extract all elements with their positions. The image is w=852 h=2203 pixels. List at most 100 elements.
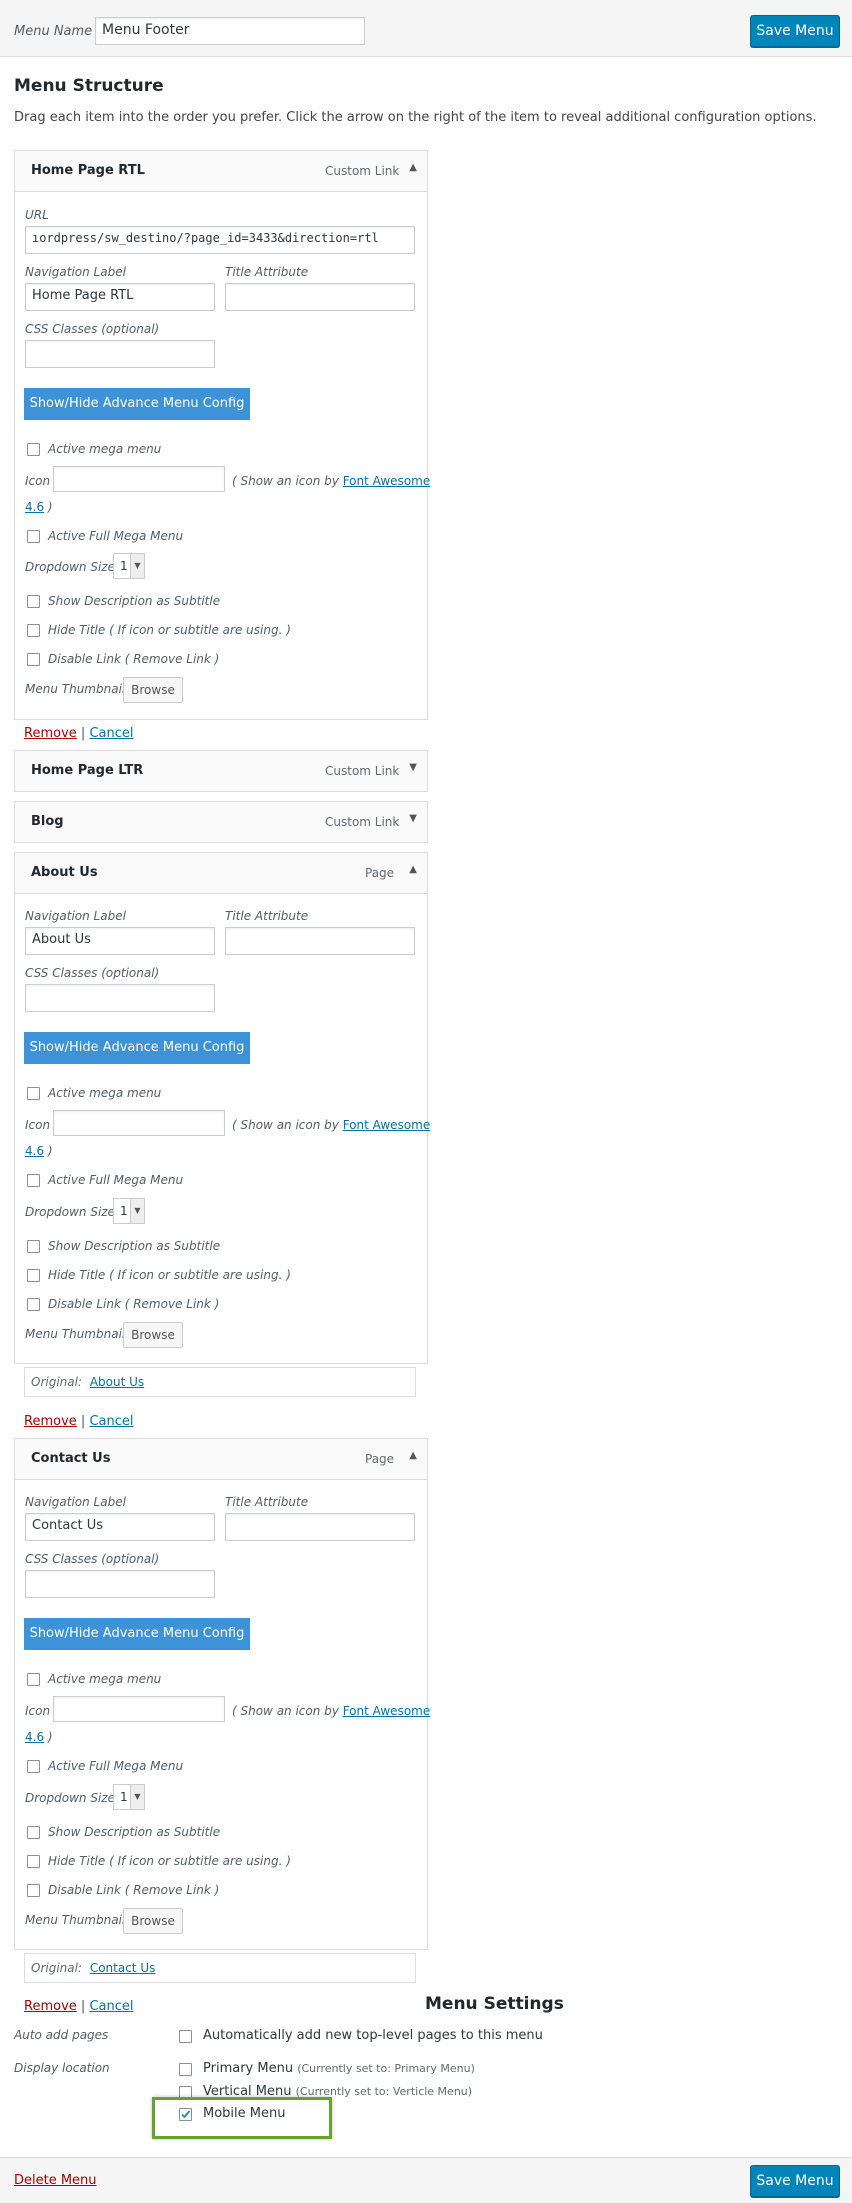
active-full-mega-checkbox[interactable] [27, 1760, 40, 1773]
active-mega-checkbox[interactable] [27, 443, 40, 456]
menu-item-blog[interactable]: Blog Custom Link ▼ [14, 801, 428, 843]
nav-label-input[interactable]: Home Page RTL [25, 283, 215, 311]
advance-config-button[interactable]: Show/Hide Advance Menu Config [24, 1618, 250, 1650]
menu-item-title: Contact Us [31, 1451, 111, 1466]
save-menu-button-bottom[interactable]: Save Menu [750, 2165, 840, 2197]
collapse-arrow-icon[interactable]: ▲ [409, 162, 417, 173]
font-awesome-link[interactable]: Font Awesome [343, 1704, 431, 1718]
hide-title-checkbox[interactable] [27, 1269, 40, 1282]
title-attr-input[interactable] [225, 927, 415, 955]
url-input[interactable]: ıordpress/sw_destino/?page_id=3433&direc… [25, 226, 415, 254]
menu-thumbnail-label: Menu Thumbnail [25, 682, 126, 696]
css-classes-input[interactable] [25, 1570, 215, 1598]
active-mega-label: Active mega menu [48, 1672, 162, 1686]
show-desc-checkbox[interactable] [27, 1240, 40, 1253]
menu-item-title: Blog [31, 814, 64, 829]
show-desc-label: Show Description as Subtitle [48, 1825, 221, 1839]
dropdown-size-value: 1 [120, 1204, 128, 1218]
icon-help-suffix: ) [44, 500, 53, 514]
fa-version-link[interactable]: 4.6 [25, 500, 44, 514]
icon-input[interactable] [53, 466, 225, 492]
icon-input[interactable] [53, 1696, 225, 1722]
fa-version-link[interactable]: 4.6 [25, 1144, 44, 1158]
remove-link[interactable]: Remove [24, 1414, 77, 1429]
active-mega-checkbox[interactable] [27, 1087, 40, 1100]
browse-button[interactable]: Browse [123, 677, 183, 703]
auto-add-checkbox[interactable] [179, 2030, 192, 2043]
display-location-label: Display location [14, 2061, 110, 2075]
separator: | [80, 726, 86, 741]
font-awesome-link[interactable]: Font Awesome [343, 1118, 431, 1132]
menu-item-home-page-ltr[interactable]: Home Page LTR Custom Link ▼ [14, 750, 428, 792]
mobile-menu-checkbox[interactable] [179, 2108, 192, 2121]
icon-help-text: ( Show an icon by Font Awesome [232, 1704, 430, 1718]
delete-menu-link[interactable]: Delete Menu [14, 2173, 97, 2188]
icon-help-prefix: ( Show an icon by [232, 1118, 343, 1132]
disable-link-checkbox[interactable] [27, 1298, 40, 1311]
title-attr-label: Title Attribute [225, 265, 309, 279]
expand-arrow-icon[interactable]: ▼ [409, 813, 417, 824]
dropdown-size-select[interactable]: 1 ▼ [113, 1198, 145, 1224]
icon-help-text: ( Show an icon by Font Awesome [232, 1118, 430, 1132]
primary-menu-checkbox[interactable] [179, 2063, 192, 2076]
title-attr-input[interactable] [225, 1513, 415, 1541]
hide-title-label: Hide Title ( If icon or subtitle are usi… [48, 1268, 291, 1282]
original-link[interactable]: About Us [90, 1375, 144, 1389]
icon-input[interactable] [53, 1110, 225, 1136]
browse-button[interactable]: Browse [123, 1908, 183, 1934]
collapse-arrow-icon[interactable]: ▲ [409, 864, 417, 875]
fa-version-link[interactable]: 4.6 [25, 1730, 44, 1744]
expand-arrow-icon[interactable]: ▼ [409, 762, 417, 773]
menu-item-type: Page [365, 1452, 395, 1466]
primary-menu-location: Primary Menu (Currently set to: Primary … [203, 2061, 475, 2076]
icon-help-prefix: ( Show an icon by [232, 474, 343, 488]
cancel-link[interactable]: Cancel [89, 1999, 133, 2014]
nav-label-input[interactable]: About Us [25, 927, 215, 955]
active-full-mega-checkbox[interactable] [27, 1174, 40, 1187]
dropdown-size-label: Dropdown Size [25, 1205, 115, 1219]
save-menu-button-top[interactable]: Save Menu [750, 15, 840, 47]
dropdown-size-label: Dropdown Size [25, 1791, 115, 1805]
show-desc-checkbox[interactable] [27, 1826, 40, 1839]
menu-item-home-page-rtl[interactable]: Home Page RTL Custom Link ▲ [14, 150, 428, 192]
active-mega-checkbox[interactable] [27, 1673, 40, 1686]
menu-name-input[interactable]: Menu Footer [95, 17, 365, 45]
auto-add-text: Automatically add new top-level pages to… [203, 2028, 543, 2043]
advance-config-button[interactable]: Show/Hide Advance Menu Config [24, 1032, 250, 1064]
css-classes-input[interactable] [25, 340, 215, 368]
title-attr-input[interactable] [225, 283, 415, 311]
menu-item-about-us[interactable]: About Us Page ▲ [14, 852, 428, 894]
active-full-mega-label: Active Full Mega Menu [48, 1173, 184, 1187]
remove-link[interactable]: Remove [24, 1999, 77, 2014]
location-note: (Currently set to: Primary Menu) [297, 2062, 475, 2075]
remove-link[interactable]: Remove [24, 726, 77, 741]
browse-button[interactable]: Browse [123, 1322, 183, 1348]
disable-link-checkbox[interactable] [27, 1884, 40, 1897]
font-awesome-link[interactable]: Font Awesome [343, 474, 431, 488]
dropdown-size-select[interactable]: 1 ▼ [113, 553, 145, 579]
menu-thumbnail-label: Menu Thumbnail [25, 1327, 126, 1341]
title-attr-label: Title Attribute [225, 909, 309, 923]
cancel-link[interactable]: Cancel [89, 726, 133, 741]
item-actions: Remove | Cancel [24, 1999, 133, 2014]
title-attr-label: Title Attribute [225, 1495, 309, 1509]
dropdown-size-select[interactable]: 1 ▼ [113, 1784, 145, 1810]
original-link-box: Original: About Us [24, 1367, 416, 1397]
css-classes-input[interactable] [25, 984, 215, 1012]
location-name: Primary Menu [203, 2061, 294, 2076]
separator: | [80, 1999, 86, 2014]
menu-item-contact-us[interactable]: Contact Us Page ▲ [14, 1438, 428, 1480]
disable-link-checkbox[interactable] [27, 653, 40, 666]
active-full-mega-label: Active Full Mega Menu [48, 529, 184, 543]
hide-title-checkbox[interactable] [27, 624, 40, 637]
nav-label-input[interactable]: Contact Us [25, 1513, 215, 1541]
collapse-arrow-icon[interactable]: ▲ [409, 1450, 417, 1461]
css-classes-label: CSS Classes (optional) [25, 966, 160, 980]
cancel-link[interactable]: Cancel [89, 1414, 133, 1429]
advance-config-button[interactable]: Show/Hide Advance Menu Config [24, 388, 250, 420]
show-desc-checkbox[interactable] [27, 595, 40, 608]
active-full-mega-checkbox[interactable] [27, 530, 40, 543]
icon-label: Icon [25, 474, 51, 488]
original-link[interactable]: Contact Us [90, 1961, 156, 1975]
hide-title-checkbox[interactable] [27, 1855, 40, 1868]
